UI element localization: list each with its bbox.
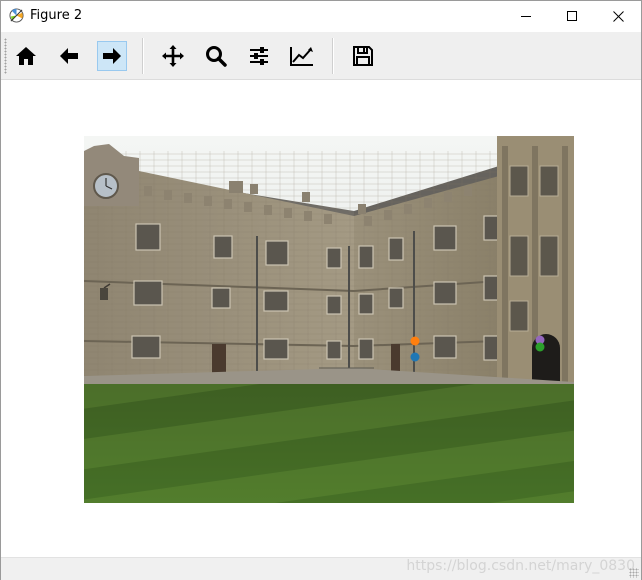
forward-arrow-icon (103, 48, 121, 64)
back-button[interactable] (54, 41, 84, 71)
toolbar-separator (332, 38, 334, 74)
status-bar: https://blog.csdn.net/mary_0830 (1, 557, 641, 580)
toolbar-grip[interactable] (4, 38, 7, 74)
maximize-icon (566, 10, 577, 21)
forward-button[interactable] (97, 41, 127, 71)
watermark-text: https://blog.csdn.net/mary_0830 (406, 558, 635, 574)
window-title: Figure 2 (30, 8, 83, 23)
configure-subplots-button[interactable] (244, 41, 274, 71)
zoom-button[interactable] (201, 41, 231, 71)
zoom-icon (206, 46, 227, 67)
edit-axis-button[interactable] (287, 41, 317, 71)
edit-axis-icon (290, 47, 313, 66)
home-button[interactable] (11, 41, 41, 71)
close-icon (612, 10, 624, 22)
save-button[interactable] (348, 41, 378, 71)
maximize-button[interactable] (549, 1, 595, 31)
minimize-button[interactable] (503, 1, 549, 31)
orange-marker (410, 336, 420, 346)
close-button[interactable] (595, 1, 641, 31)
blue-marker (410, 352, 420, 362)
navigation-toolbar (1, 32, 641, 80)
image-axes[interactable] (84, 136, 574, 503)
toolbar-separator (142, 38, 144, 74)
figure-window: Figure 2 https://blog.csdn.net/mary_0830 (0, 0, 642, 580)
save-icon (353, 46, 373, 66)
subplots-sliders-icon (250, 47, 268, 65)
size-grip[interactable] (629, 568, 639, 578)
home-icon (16, 47, 36, 65)
green-marker (535, 342, 545, 352)
figure-canvas[interactable] (1, 80, 641, 557)
minimize-icon (520, 15, 531, 17)
pan-icon (162, 45, 184, 67)
back-arrow-icon (60, 48, 78, 64)
building-photo (84, 136, 574, 503)
matplotlib-app-icon (9, 8, 24, 23)
title-bar: Figure 2 (1, 1, 641, 31)
pan-button[interactable] (158, 41, 188, 71)
